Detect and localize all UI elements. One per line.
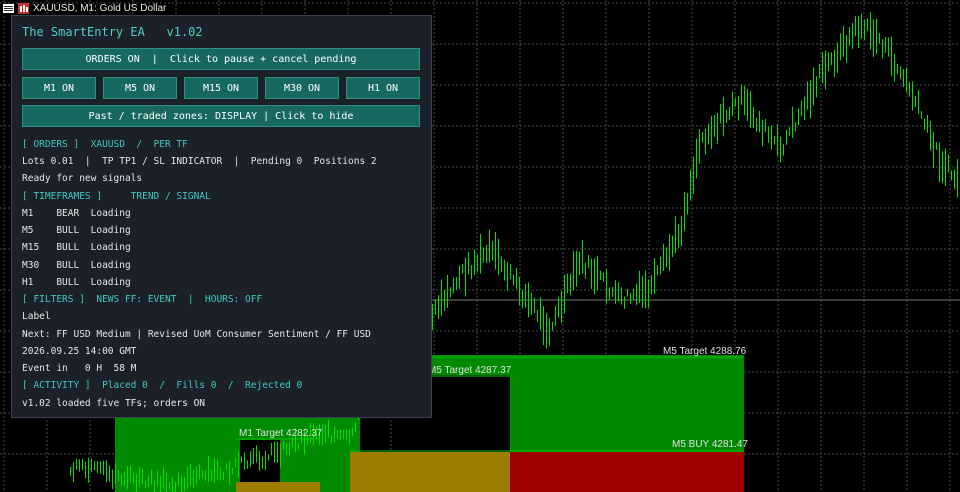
zones-display-toggle-button[interactable]: Past / traded zones: DISPLAY | Click to … [22,105,420,127]
menu-icon[interactable] [3,3,14,14]
window-title: XAUUSD, M1: Gold US Dollar [33,2,167,14]
status-line: Ready for new signals [22,173,143,184]
tf-row-m1: M1 BEAR Loading [22,208,131,219]
zone-label-m1-target: M1 Target 4282.37 [239,428,323,439]
lots-line: Lots 0.01 | TP TP1 / SL INDICATOR | Pend… [22,156,377,167]
log-line: v1.02 loaded five TFs; orders ON [22,398,206,409]
m15-toggle-button[interactable]: M15 ON [184,77,258,99]
zone-label-m5-target-b: M5 Target 4287.37 [428,365,512,376]
m1-toggle-button[interactable]: M1 ON [22,77,96,99]
next-event-line: Next: FF USD Medium | Revised UoM Consum… [22,329,371,340]
orders-toggle-button[interactable]: ORDERS ON | Click to pause + cancel pend… [22,48,420,70]
buy-zone-small [236,482,320,492]
orders-header: [ ORDERS ] XAUUSD / PER TF [22,139,188,150]
h1-toggle-button[interactable]: H1 ON [346,77,420,99]
zone-label-m5-buy: M5 BUY 4281.47 [672,439,748,450]
filters-header: [ FILTERS ] NEWS FF: EVENT | HOURS: OFF [22,294,263,305]
timeframes-header: [ TIMEFRAMES ] TREND / SIGNAL [22,191,211,202]
tf-row-m15: M15 BULL Loading [22,242,131,253]
tf-row-h1: H1 BULL Loading [22,277,131,288]
tf-row-m30: M30 BULL Loading [22,260,131,271]
event-date-line: 2026.09.25 14:00 GMT [22,346,137,357]
zone-label-m5-target-a: M5 Target 4288.76 [663,346,747,357]
black-gap [430,375,510,452]
label-line: Label [22,311,51,322]
activity-header: [ ACTIVITY ] Placed 0 / Fills 0 / Reject… [22,380,303,391]
tf-row-m5: M5 BULL Loading [22,225,131,236]
window-titlebar: XAUUSD, M1: Gold US Dollar [0,0,303,16]
m30-toggle-button[interactable]: M30 ON [265,77,339,99]
event-countdown-line: Event in 0 H 58 M [22,363,137,374]
ea-panel: The SmartEntry EA v1.02 ORDERS ON | Clic… [11,15,432,418]
chart-symbol-icon [18,2,29,14]
sell-zone [510,452,744,492]
ea-title: The SmartEntry EA v1.02 [22,25,203,39]
buy-zone [350,452,510,492]
m5-toggle-button[interactable]: M5 ON [103,77,177,99]
